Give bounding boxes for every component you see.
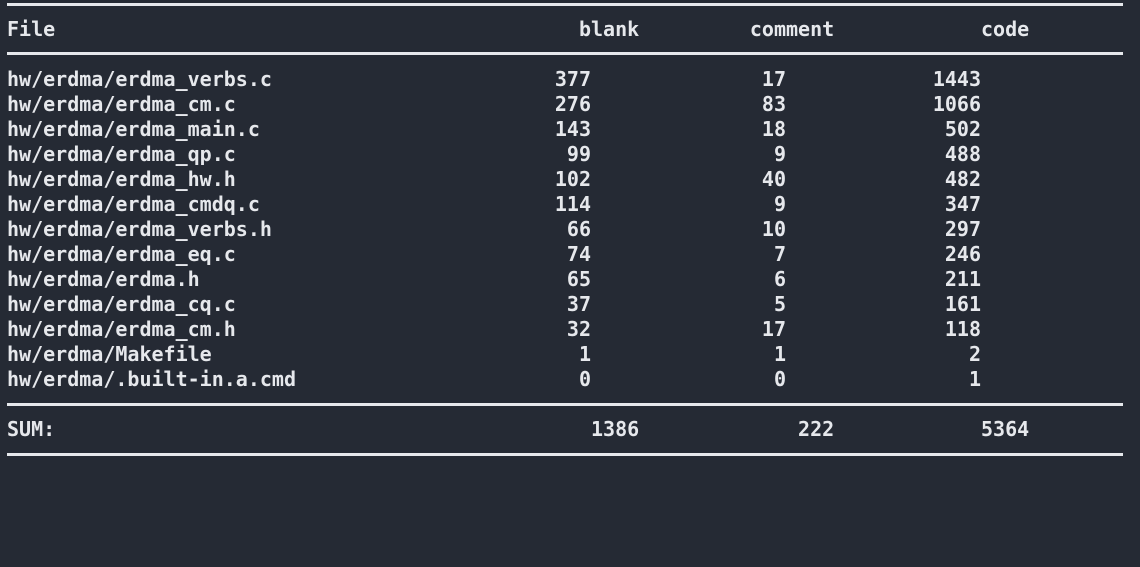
row-comment: 7 bbox=[773, 242, 786, 266]
row-file: hw/erdma/erdma_cm.c bbox=[7, 92, 236, 116]
header-divider bbox=[7, 52, 1123, 55]
sum-comment: 222 bbox=[798, 417, 835, 441]
table-header: File blank comment code bbox=[0, 17, 1029, 42]
row-blank: 32 bbox=[566, 317, 591, 341]
row-comment: 1 bbox=[773, 342, 786, 366]
row-file: hw/erdma/erdma_hw.h bbox=[7, 167, 236, 191]
row-comment: 9 bbox=[773, 142, 786, 166]
row-comment: 18 bbox=[761, 117, 786, 141]
row-comment: 5 bbox=[773, 292, 786, 316]
row-code: 2 bbox=[968, 342, 981, 366]
row-comment: 0 bbox=[773, 367, 786, 391]
row-file: hw/erdma/erdma_cm.h bbox=[7, 317, 236, 341]
row-code: 297 bbox=[944, 217, 981, 241]
row-code: 1 bbox=[968, 367, 981, 391]
row-code: 1443 bbox=[932, 67, 981, 91]
row-code: 161 bbox=[944, 292, 981, 316]
row-file: hw/erdma/erdma_verbs.h bbox=[7, 217, 272, 241]
row-comment: 40 bbox=[761, 167, 786, 191]
row-file: hw/erdma/erdma.h bbox=[7, 267, 200, 291]
row-file: hw/erdma/erdma_qp.c bbox=[7, 142, 236, 166]
row-comment: 83 bbox=[761, 92, 786, 116]
row-blank: 99 bbox=[566, 142, 591, 166]
terminal-output: File blank comment code hw/erdma/erdma_v… bbox=[0, 0, 1140, 463]
row-blank: 276 bbox=[554, 92, 591, 116]
row-blank: 37 bbox=[566, 292, 591, 316]
row-code: 482 bbox=[944, 167, 981, 191]
header-code: code bbox=[981, 17, 1030, 41]
row-blank: 74 bbox=[566, 242, 591, 266]
row-comment: 9 bbox=[773, 192, 786, 216]
row-blank: 114 bbox=[554, 192, 591, 216]
row-blank: 65 bbox=[566, 267, 591, 291]
row-file: hw/erdma/.built-in.a.cmd bbox=[7, 367, 296, 391]
row-comment: 17 bbox=[761, 67, 786, 91]
top-divider bbox=[7, 3, 1123, 6]
row-file: hw/erdma/erdma_cmdq.c bbox=[7, 192, 260, 216]
header-comment: comment bbox=[749, 17, 835, 41]
row-file: hw/erdma/erdma_verbs.c bbox=[7, 67, 272, 91]
row-code: 118 bbox=[944, 317, 981, 341]
row-code: 1066 bbox=[932, 92, 981, 116]
row-code: 211 bbox=[944, 267, 981, 291]
header-file: File bbox=[7, 17, 56, 41]
row-blank: 102 bbox=[554, 167, 591, 191]
row-file: hw/erdma/erdma_main.c bbox=[7, 117, 260, 141]
header-blank: blank bbox=[578, 17, 640, 41]
row-code: 246 bbox=[944, 242, 981, 266]
row-code: 502 bbox=[944, 117, 981, 141]
row-blank: 377 bbox=[554, 67, 591, 91]
row-code: 347 bbox=[944, 192, 981, 216]
row-comment: 17 bbox=[761, 317, 786, 341]
row-blank: 0 bbox=[578, 367, 591, 391]
row-code: 488 bbox=[944, 142, 981, 166]
row-file: hw/erdma/Makefile bbox=[7, 342, 212, 366]
row-file: hw/erdma/erdma_cq.c bbox=[7, 292, 236, 316]
row-comment: 10 bbox=[761, 217, 786, 241]
bottom-divider bbox=[7, 453, 1123, 456]
row-file: hw/erdma/erdma_eq.c bbox=[7, 242, 236, 266]
row-blank: 143 bbox=[554, 117, 591, 141]
row-comment: 6 bbox=[773, 267, 786, 291]
row-blank: 1 bbox=[578, 342, 591, 366]
sum-label: SUM: bbox=[7, 417, 56, 441]
sum-divider bbox=[7, 403, 1123, 406]
sum-row: SUM: 1386 222 5364 bbox=[0, 417, 1029, 442]
sum-code: 5364 bbox=[981, 417, 1030, 441]
row-blank: 66 bbox=[566, 217, 591, 241]
sum-blank: 1386 bbox=[591, 417, 640, 441]
